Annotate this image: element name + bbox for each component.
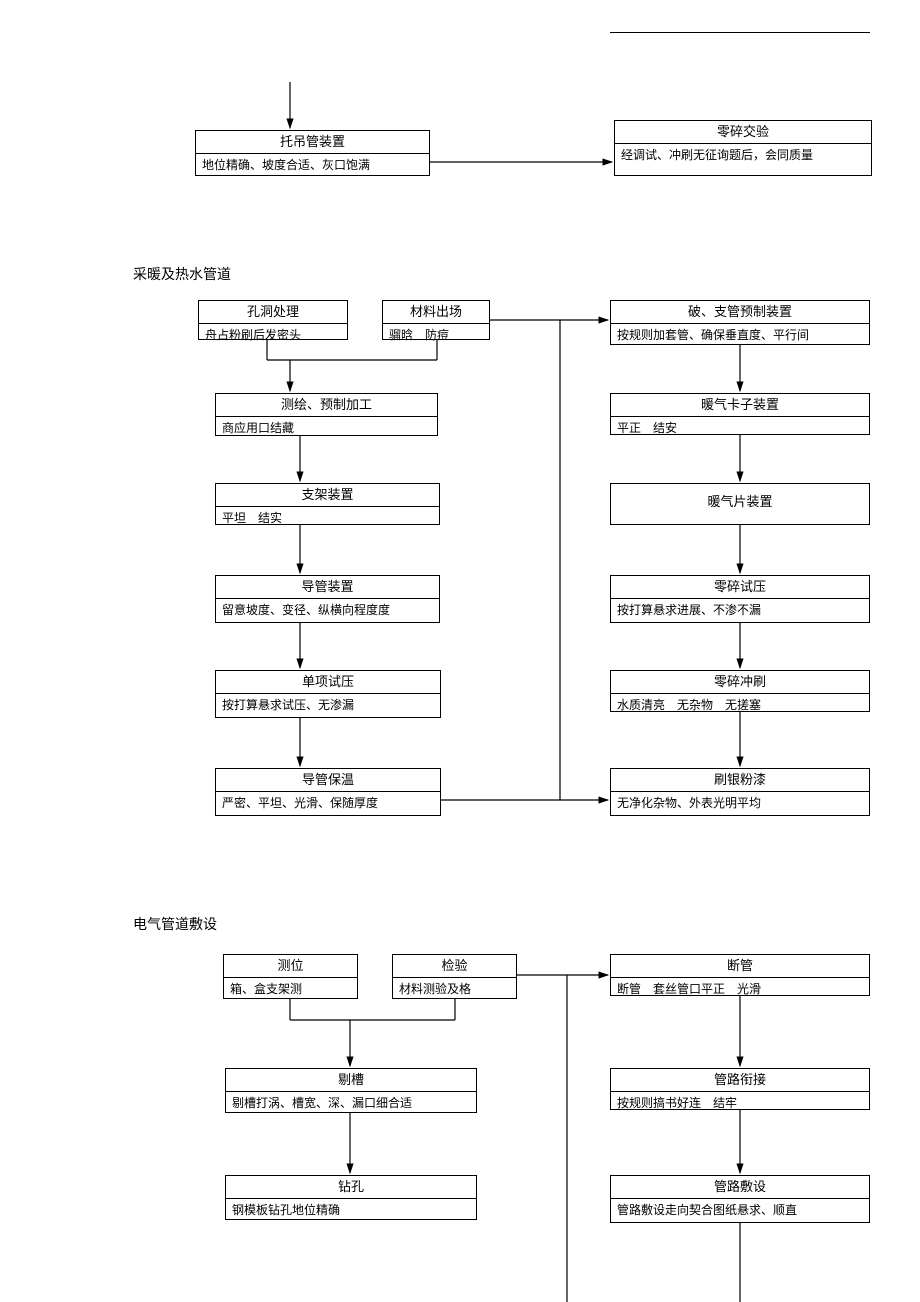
box-title: 暖气卡子装置 [611,394,869,417]
box-title: 支架装置 [216,484,439,507]
box-cehui-yuzhi: 测绘、预制加工 商应用口结藏 [215,393,438,436]
box-daoguan-baowen: 导管保温 严密、平坦、光滑、保随厚度 [215,768,441,816]
box-sub: 按规则搞书好连 结牢 [611,1092,869,1114]
box-sub: 箱、盒支架测 [224,978,357,1000]
box-sub: 按规则加套管、确保垂直度、平行间 [611,324,869,346]
box-title: 托吊管装置 [196,131,429,154]
box-kongdong: 孔洞处理 舟占粉刷后发密头 [198,300,348,340]
box-sub: 剔槽打涡、槽宽、深、漏口细合适 [226,1092,476,1114]
box-po-zhiguan: 破、支管预制装置 按规则加套管、确保垂直度、平行间 [610,300,870,345]
box-title: 管路衔接 [611,1069,869,1092]
box-danxiang-shiya: 单项试压 按打算悬求试压、无渗漏 [215,670,441,718]
box-cailiao-chuchang: 材料出场 骝晗 防痘 [382,300,490,340]
box-title: 钻孔 [226,1176,476,1199]
box-sub: 按打算悬求试压、无渗漏 [216,694,440,716]
box-nuanqipian: 暖气片装置 [610,483,870,525]
box-sub: 平坦 结实 [216,507,439,529]
section-label-heating: 采暖及热水管道 [133,264,231,284]
box-sub: 材料测验及格 [393,978,516,1000]
box-title: 刷银粉漆 [611,769,869,792]
box-title: 单项试压 [216,671,440,694]
box-title: 剔槽 [226,1069,476,1092]
box-sub: 断管 套丝管口平正 光滑 [611,978,869,1000]
box-ticao: 剔槽 剔槽打涡、槽宽、深、漏口细合适 [225,1068,477,1113]
box-title: 测绘、预制加工 [216,394,437,417]
box-title: 零碎冲刷 [611,671,869,694]
box-zuankong: 钻孔 钢模板钻孔地位精确 [225,1175,477,1220]
box-title: 检验 [393,955,516,978]
box-title: 导管装置 [216,576,439,599]
box-jianyan: 检验 材料测验及格 [392,954,517,999]
box-guanlu-xianjie: 管路衔接 按规则搞书好连 结牢 [610,1068,870,1110]
box-shuayinfenqi: 刷银粉漆 无净化杂物、外表光明平均 [610,768,870,816]
box-title: 暖气片装置 [611,484,869,513]
box-tuo-diao-guan: 托吊管装置 地位精确、坡度合适、灰口饱满 [195,130,430,176]
top-underline [610,32,870,33]
box-cewei: 测位 箱、盒支架测 [223,954,358,999]
box-sub: 舟占粉刷后发密头 [199,324,347,346]
box-title: 破、支管预制装置 [611,301,869,324]
box-daoguan-zhuangzhi: 导管装置 留意坡度、变径、纵横向程度度 [215,575,440,623]
box-title: 孔洞处理 [199,301,347,324]
box-lingsui-shiya: 零碎试压 按打算悬求进展、不渗不漏 [610,575,870,623]
box-sub: 经调试、冲刷无征询题后，会同质量 [615,144,871,166]
box-sub: 无净化杂物、外表光明平均 [611,792,869,814]
section-label-electrical: 电气管道敷设 [133,914,217,934]
box-title: 断管 [611,955,869,978]
box-lingsui-chongshua: 零碎冲刷 水质清亮 无杂物 无搓塞 [610,670,870,712]
box-sub: 管路敷设走向契合图纸悬求、顺直 [611,1199,869,1221]
box-sub: 骝晗 防痘 [383,324,489,346]
box-title: 管路敷设 [611,1176,869,1199]
box-title: 零碎交验 [615,121,871,144]
box-title: 导管保温 [216,769,440,792]
box-sub: 按打算悬求进展、不渗不漏 [611,599,869,621]
box-nuanqi-kazi: 暖气卡子装置 平正 结安 [610,393,870,435]
box-sub: 商应用口结藏 [216,417,437,439]
box-duanguan: 断管 断管 套丝管口平正 光滑 [610,954,870,996]
box-title: 零碎试压 [611,576,869,599]
box-sub: 严密、平坦、光滑、保随厚度 [216,792,440,814]
box-title: 测位 [224,955,357,978]
box-zhijia: 支架装置 平坦 结实 [215,483,440,525]
box-sub: 平正 结安 [611,417,869,439]
box-sub: 留意坡度、变径、纵横向程度度 [216,599,439,621]
box-sub: 钢模板钻孔地位精确 [226,1199,476,1221]
box-title: 材料出场 [383,301,489,324]
box-lingsui-jiaoyan: 零碎交验 经调试、冲刷无征询题后，会同质量 [614,120,872,176]
box-sub: 地位精确、坡度合适、灰口饱满 [196,154,429,176]
box-guanlu-fushe: 管路敷设 管路敷设走向契合图纸悬求、顺直 [610,1175,870,1223]
box-sub: 水质清亮 无杂物 无搓塞 [611,694,869,716]
diagram-canvas: 托吊管装置 地位精确、坡度合适、灰口饱满 零碎交验 经调试、冲刷无征询题后，会同… [0,0,920,1302]
